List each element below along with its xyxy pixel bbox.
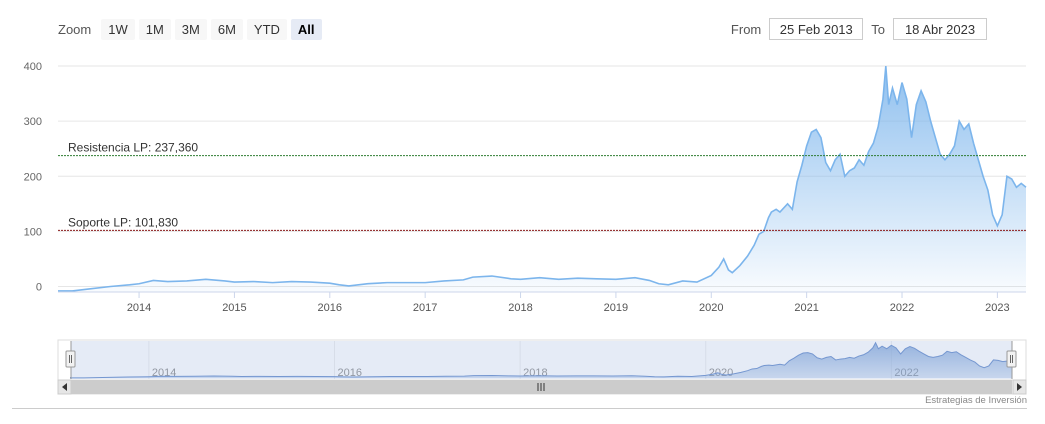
x-tick-label: 2018 [508,302,532,314]
credit-text: Estrategias de Inversión [925,395,1027,406]
support-label: Soporte LP: 101,830 [68,215,178,229]
navigator-right-handle[interactable] [1006,350,1017,368]
stock-chart: 0 100 200 300 400 Resistencia LP: 237,360 Sopo… [24,61,1027,395]
navigator-selection [71,341,1012,379]
resistance-label: Resistencia LP: 237,360 [68,141,198,155]
x-tick-label: 2014 [127,302,151,314]
bottom-divider [12,408,1027,409]
y-tick-label: 200 [24,171,42,183]
y-tick-label: 300 [24,116,42,128]
x-tick-label: 2021 [794,302,818,314]
x-tick-label: 2019 [604,302,628,314]
series-area [58,66,1026,292]
y-tick-label: 100 [24,226,42,238]
y-tick-label: 400 [24,61,42,73]
x-tick-label: 2015 [222,302,246,314]
x-tick-label: 2020 [699,302,723,314]
y-tick-label: 0 [36,281,42,293]
navigator-left-handle[interactable] [65,350,76,368]
x-tick-label: 2017 [413,302,437,314]
x-tick-label: 2022 [890,302,914,314]
x-tick-label: 2023 [985,302,1009,314]
x-tick-label: 2016 [318,302,342,314]
